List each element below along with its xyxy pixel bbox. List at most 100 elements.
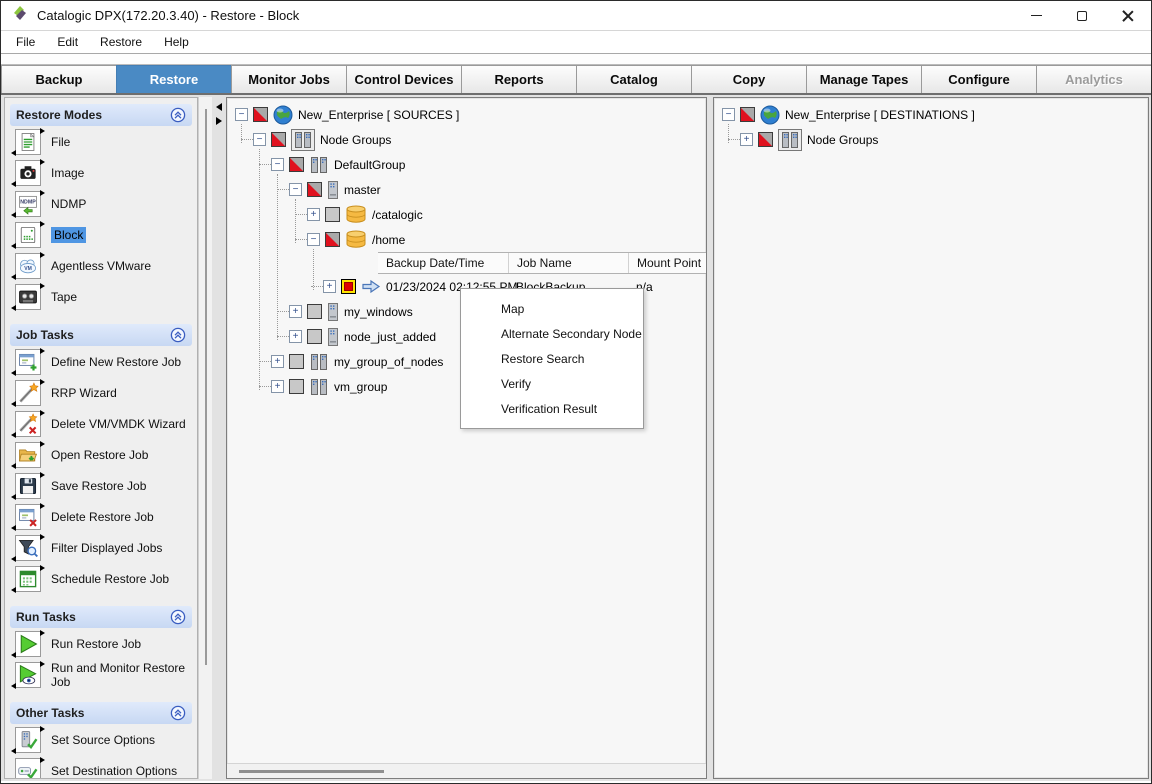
- section-header-run-tasks[interactable]: Run Tasks: [10, 606, 192, 628]
- checkbox-empty[interactable]: [325, 207, 340, 222]
- splitter-collapse-left-icon[interactable]: [216, 103, 222, 111]
- tree-guide: [728, 124, 729, 143]
- sidebar-item-delete-restore-job[interactable]: Delete Restore Job: [10, 501, 192, 532]
- tree-row-new-enterprise-sources[interactable]: New_Enterprise [ SOURCES ]: [227, 102, 706, 127]
- tree-row-node-groups[interactable]: Node Groups: [227, 127, 706, 152]
- collapse-expander-icon[interactable]: [271, 158, 284, 171]
- maximize-button[interactable]: [1059, 1, 1105, 30]
- checkbox-empty[interactable]: [289, 354, 304, 369]
- tab-backup[interactable]: Backup: [1, 65, 117, 93]
- sidebar-item-label-selected: Block: [51, 227, 86, 243]
- tab-control-devices[interactable]: Control Devices: [346, 65, 462, 93]
- context-menu-item-alternate-secondary-node[interactable]: Alternate Secondary Node: [461, 321, 643, 346]
- checkbox-empty[interactable]: [289, 379, 304, 394]
- collapse-section-icon[interactable]: [170, 327, 186, 343]
- filter-funnel-icon: [15, 535, 41, 561]
- sidebar-item-save-restore-job[interactable]: Save Restore Job: [10, 470, 192, 501]
- collapse-section-icon[interactable]: [170, 107, 186, 123]
- sidebar-scrollbar[interactable]: [198, 97, 212, 779]
- checkbox-partial[interactable]: [271, 132, 286, 147]
- context-menu-item-map[interactable]: Map: [461, 296, 643, 321]
- panel-splitter[interactable]: [212, 97, 226, 779]
- checkbox-partial[interactable]: [740, 107, 755, 122]
- sidebar-item-define-new-restore-job[interactable]: Define New Restore Job: [10, 346, 192, 377]
- sidebar-item-run-and-monitor-restore-job[interactable]: Run and Monitor Restore Job: [10, 659, 192, 690]
- tree-row-master[interactable]: master: [227, 177, 706, 202]
- tab-monitor-jobs[interactable]: Monitor Jobs: [231, 65, 347, 93]
- collapse-section-icon[interactable]: [170, 609, 186, 625]
- sidebar-item-set-source-options[interactable]: Set Source Options: [10, 724, 192, 755]
- section-header-restore-modes[interactable]: Restore Modes: [10, 104, 192, 126]
- collapse-expander-icon[interactable]: [235, 108, 248, 121]
- tree-row-new-enterprise-destinations[interactable]: New_Enterprise [ DESTINATIONS ]: [714, 102, 1148, 127]
- collapse-expander-icon[interactable]: [722, 108, 735, 121]
- tree-row-catalogic-volume[interactable]: /catalogic: [227, 202, 706, 227]
- checkbox-empty[interactable]: [307, 329, 322, 344]
- tree-row-dest-node-groups[interactable]: Node Groups: [714, 127, 1148, 152]
- sidebar-item-ndmp[interactable]: NDMP NDMP: [10, 188, 192, 219]
- collapse-expander-icon[interactable]: [289, 183, 302, 196]
- collapse-section-icon[interactable]: [170, 705, 186, 721]
- checkbox-partial[interactable]: [289, 157, 304, 172]
- section-title: Job Tasks: [16, 328, 74, 342]
- expand-expander-icon[interactable]: [323, 280, 336, 293]
- minimize-button[interactable]: [1013, 1, 1059, 30]
- tab-manage-tapes[interactable]: Manage Tapes: [806, 65, 922, 93]
- sidebar-item-tape[interactable]: Tape: [10, 281, 192, 312]
- expand-expander-icon[interactable]: [740, 133, 753, 146]
- tab-reports[interactable]: Reports: [461, 65, 577, 93]
- sidebar-item-agentless-vmware[interactable]: VM Agentless VMware: [10, 250, 192, 281]
- expand-expander-icon[interactable]: [307, 208, 320, 221]
- collapse-expander-icon[interactable]: [307, 233, 320, 246]
- expand-expander-icon[interactable]: [271, 355, 284, 368]
- sources-horizontal-scrollbar[interactable]: [227, 763, 706, 778]
- context-menu-item-verify[interactable]: Verify: [461, 371, 643, 396]
- sidebar-item-block[interactable]: Block: [10, 219, 192, 250]
- checkbox-partial[interactable]: [307, 182, 322, 197]
- sidebar-item-rrp-wizard[interactable]: RRP Wizard: [10, 377, 192, 408]
- column-header-job-name[interactable]: Job Name: [508, 253, 628, 273]
- checkbox-selected[interactable]: [341, 279, 356, 294]
- menu-help[interactable]: Help: [153, 33, 200, 51]
- context-menu-item-restore-search[interactable]: Restore Search: [461, 346, 643, 371]
- sources-scrollbar-thumb[interactable]: [239, 770, 384, 773]
- menu-file[interactable]: File: [5, 33, 46, 51]
- sidebar-item-set-destination-options[interactable]: Set Destination Options: [10, 755, 192, 779]
- sidebar-item-filter-displayed-jobs[interactable]: Filter Displayed Jobs: [10, 532, 192, 563]
- sidebar-scrollbar-thumb[interactable]: [205, 109, 207, 665]
- checkbox-partial[interactable]: [253, 107, 268, 122]
- menu-edit[interactable]: Edit: [46, 33, 89, 51]
- tree-node-label: master: [344, 183, 381, 197]
- column-header-backup-date[interactable]: Backup Date/Time: [378, 256, 508, 270]
- column-header-mount-point[interactable]: Mount Point: [628, 253, 707, 273]
- node-group-icon: [309, 155, 329, 175]
- tab-restore[interactable]: Restore: [116, 65, 232, 93]
- sidebar-item-file[interactable]: File: [10, 126, 192, 157]
- tab-configure[interactable]: Configure: [921, 65, 1037, 93]
- sidebar-item-label: NDMP: [51, 197, 86, 211]
- server-node-icon: [327, 180, 339, 200]
- sidebar-item-delete-vm-vmdk-wizard[interactable]: Delete VM/VMDK Wizard: [10, 408, 192, 439]
- close-button[interactable]: [1105, 1, 1151, 30]
- tab-catalog[interactable]: Catalog: [576, 65, 692, 93]
- tree-row-defaultgroup[interactable]: DefaultGroup: [227, 152, 706, 177]
- sidebar-item-image[interactable]: Image: [10, 157, 192, 188]
- sidebar-item-run-restore-job[interactable]: Run Restore Job: [10, 628, 192, 659]
- sidebar-item-label: Open Restore Job: [51, 448, 148, 462]
- sidebar-item-schedule-restore-job[interactable]: Schedule Restore Job: [10, 563, 192, 594]
- section-header-job-tasks[interactable]: Job Tasks: [10, 324, 192, 346]
- splitter-collapse-right-icon[interactable]: [216, 117, 222, 125]
- checkbox-empty[interactable]: [307, 304, 322, 319]
- checkbox-partial[interactable]: [325, 232, 340, 247]
- tab-copy[interactable]: Copy: [691, 65, 807, 93]
- expand-expander-icon[interactable]: [271, 380, 284, 393]
- expand-expander-icon[interactable]: [289, 305, 302, 318]
- tree-row-home-volume[interactable]: /home: [227, 227, 706, 252]
- menu-restore[interactable]: Restore: [89, 33, 153, 51]
- collapse-expander-icon[interactable]: [253, 133, 266, 146]
- context-menu-item-verification-result[interactable]: Verification Result: [461, 396, 643, 421]
- sidebar-item-open-restore-job[interactable]: Open Restore Job: [10, 439, 192, 470]
- expand-expander-icon[interactable]: [289, 330, 302, 343]
- checkbox-partial[interactable]: [758, 132, 773, 147]
- section-header-other-tasks[interactable]: Other Tasks: [10, 702, 192, 724]
